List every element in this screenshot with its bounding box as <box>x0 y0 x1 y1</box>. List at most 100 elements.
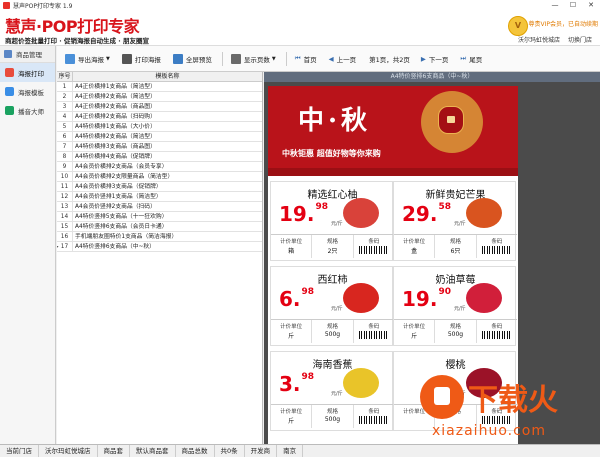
table-row[interactable]: 10 A4会员价横排2支限量商品（简洁型） <box>57 172 262 182</box>
sidebar-header-product-manage[interactable]: 商品管理 <box>0 46 55 63</box>
vip-status-text: 尊贵VIP会员，已自动续期 <box>528 21 599 28</box>
price-unit-label: 元/斤 <box>454 221 466 227</box>
row-template-name: A4正价横排2支商品（扫码购） <box>75 114 156 120</box>
product-card: 新鲜贵妃芒果 29.58 元/斤 计价单位盒规格 6只 条码 <box>393 181 517 261</box>
product-info-row: 计价单位盒规格 6只 条码 <box>394 234 517 258</box>
table-row[interactable]: 5 A4特价横排1支商品（大小价） <box>57 122 262 132</box>
vip-crown-icon: V <box>508 16 528 36</box>
close-button[interactable]: ✕ <box>582 0 600 11</box>
row-template-name: A4特价竖排6支商品（中~秋） <box>75 244 155 250</box>
show-page-button[interactable]: 显示页数 ▼ <box>226 50 281 68</box>
row-index: 15 <box>57 222 73 231</box>
table-row[interactable]: 13 A4会员价竖排2支商品（扫码） <box>57 202 262 212</box>
table-row[interactable]: 1 A4正价横排1支商品（简洁型） <box>57 82 262 92</box>
sidebar-item-broadcast[interactable]: 播音大师 <box>0 101 55 120</box>
sidebar: 商品管理 海报打印 海报模板 播音大师 <box>0 46 56 444</box>
info-barcode: 条码 <box>477 235 517 258</box>
product-info-row: 计价单位斤规格 500g 条码 <box>271 404 394 428</box>
row-template-name: A4会员价横排2支商品（会员专享） <box>75 164 168 170</box>
product-name: 樱桃 <box>445 360 466 371</box>
status-cell: 商品套 <box>98 445 130 457</box>
table-row[interactable]: 7 A4特价横排3支商品（商品图） <box>57 142 262 152</box>
info-unit: 计价单位盒 <box>394 235 436 258</box>
window-title: 慧声POP打印专家 1.9 <box>13 3 73 10</box>
barcode-icon <box>358 416 389 424</box>
last-page-button[interactable]: ⏭ 尾页 <box>455 50 487 68</box>
page-indicator: 第1页，共2页 <box>369 55 410 64</box>
sidebar-item-poster-print[interactable]: 海报打印 <box>0 63 55 82</box>
fullscreen-icon <box>172 53 183 64</box>
switch-store-link[interactable]: 切换门店 <box>568 35 592 44</box>
product-name: 新鲜贵妃芒果 <box>425 190 486 201</box>
banner-title: 中·秋 <box>298 106 372 136</box>
print-poster-button[interactable]: 打印海报 <box>117 50 166 68</box>
table-row[interactable]: 15 A4特价竖排6支商品（会员日卡通） <box>57 222 262 232</box>
product-info-row: 计价单位箱规格 2只 条码 <box>271 234 394 258</box>
row-template-name: A4特价竖排6支商品（会员日卡通） <box>75 224 168 230</box>
product-image <box>466 198 502 228</box>
chevron-down-icon: ▼ <box>106 55 110 62</box>
sidebar-item-poster-template[interactable]: 海报模板 <box>0 82 55 101</box>
chevron-down-icon: ▼ <box>271 55 276 62</box>
row-index: 11 <box>57 182 73 191</box>
price-unit-label: 元/斤 <box>331 391 343 397</box>
maximize-button[interactable]: ☐ <box>564 0 582 11</box>
table-row[interactable]: 11 A4会员价横排3支商品（促销牌） <box>57 182 262 192</box>
table-row[interactable]: 12 A4会员价竖排1支商品（简洁型） <box>57 192 262 202</box>
vip-badge[interactable]: V <box>508 16 528 36</box>
first-page-icon: ⏮ <box>294 54 301 62</box>
status-cell: 默认商品套 <box>130 445 176 457</box>
product-manage-icon <box>4 50 12 58</box>
table-row[interactable]: 9 A4会员价横排2支商品（会员专享） <box>57 162 262 172</box>
barcode-icon <box>358 331 389 339</box>
row-index: 14 <box>57 212 73 221</box>
product-image <box>343 283 379 313</box>
table-row[interactable]: 14 A4特价竖排5支商品（十一狂欢购） <box>57 212 262 222</box>
export-poster-button[interactable]: 导出海报 ▼ <box>60 50 115 68</box>
column-header-name[interactable]: 模板名称 <box>73 72 262 81</box>
row-index: 2 <box>57 92 73 101</box>
app-icon <box>3 2 10 9</box>
toolbar-separator <box>221 51 223 66</box>
toolbar: 导出海报 ▼ 打印海报 全屏预览 显示页数 ▼ ⏮ 首页 ◀ 上一页 第1页，共… <box>57 46 600 72</box>
price-unit-label: 元/斤 <box>331 306 343 312</box>
info-unit: 计价单位斤 <box>271 320 313 343</box>
table-row[interactable]: 4 A4正价横排2支商品（扫码购） <box>57 112 262 122</box>
watermark-url: xiazaihuo.com <box>432 423 546 439</box>
product-price: 3.98 <box>279 372 314 396</box>
column-header-index[interactable]: 序号 <box>57 72 73 81</box>
next-page-button[interactable]: ▶ 下一页 <box>416 50 454 68</box>
row-template-name: A4特价竖排5支商品（十一狂欢购） <box>75 214 168 220</box>
table-row[interactable]: 17A4特价竖排6支商品（中~秋） <box>57 242 262 252</box>
price-integer: 19. <box>279 202 315 226</box>
info-barcode: 条码 <box>477 320 517 343</box>
current-store-name: 沃尔玛虹悦城店 <box>517 37 560 44</box>
row-index: 6 <box>57 132 73 141</box>
row-template-name: A4正价横排2支商品（商品图） <box>75 104 156 110</box>
price-unit-label: 元/斤 <box>454 306 466 312</box>
row-index: 4 <box>57 112 73 121</box>
row-index: 17 <box>57 242 73 251</box>
row-template-name: A4特价横排4支商品（促销牌） <box>75 154 156 160</box>
product-image <box>466 283 502 313</box>
table-row[interactable]: 6 A4特价横排2支商品（简洁型） <box>57 132 262 142</box>
table-row[interactable]: 16 手机端朋友圈特价1支商品（简洁海报） <box>57 232 262 242</box>
info-unit: 计价单位斤 <box>394 320 436 343</box>
price-integer: 19. <box>402 287 438 311</box>
status-cell: 当前门店 <box>0 445 39 457</box>
table-row[interactable]: 8 A4特价横排4支商品（促销牌） <box>57 152 262 162</box>
product-image <box>343 198 379 228</box>
product-card: 西红柿 6.98 元/斤 计价单位斤规格 500g 条码 <box>270 266 394 346</box>
fullscreen-preview-button[interactable]: 全屏预览 <box>168 50 217 68</box>
toolbar-separator <box>285 51 287 66</box>
arrow-right-icon: ▶ <box>420 54 426 63</box>
app-header: 慧声·POP打印专家 商超价签批量打印 · 促销海报自动生成 · 朋友圈宣 V … <box>0 11 600 46</box>
info-barcode: 条码 <box>354 320 394 343</box>
info-spec: 规格 6只 <box>435 235 477 258</box>
prev-page-button[interactable]: ◀ 上一页 <box>324 50 362 68</box>
minimize-button[interactable]: — <box>546 0 564 11</box>
table-row[interactable]: 3 A4正价横排2支商品（商品图） <box>57 102 262 112</box>
row-index: 5 <box>57 122 73 131</box>
table-row[interactable]: 2 A4正价横排2支商品（简洁型） <box>57 92 262 102</box>
first-page-button[interactable]: ⏮ 首页 <box>290 50 322 68</box>
